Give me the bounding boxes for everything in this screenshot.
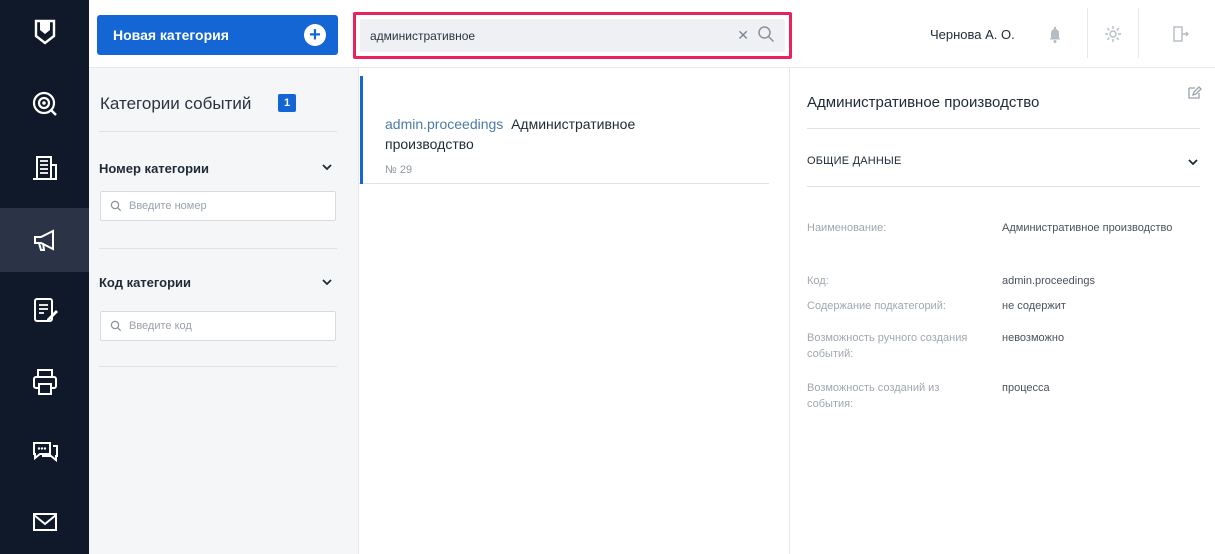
new-category-button[interactable]: Новая категория + — [97, 15, 338, 55]
field-value: процесса — [1002, 382, 1050, 394]
gear-icon[interactable] — [1103, 24, 1123, 44]
search-icon — [110, 320, 122, 332]
number-filter-label[interactable]: Номер категории — [99, 161, 209, 176]
number-filter-field — [100, 191, 336, 221]
code-filter-input[interactable] — [129, 312, 329, 340]
filters-panel: Категории событий 1 Номер категории Код … — [89, 68, 359, 554]
field-value: admin.proceedings — [1002, 275, 1095, 287]
field-label: Наименование: — [807, 222, 887, 234]
divider — [99, 366, 337, 367]
section-general[interactable]: ОБЩИЕ ДАННЫЕ — [807, 155, 902, 167]
count-badge: 1 — [278, 94, 296, 112]
number-filter-input[interactable] — [129, 192, 329, 220]
result-code: admin.proceedings — [385, 116, 504, 132]
clear-icon[interactable]: ✕ — [737, 27, 749, 44]
divider — [1138, 8, 1139, 58]
search-box: ✕ — [353, 12, 792, 59]
radar-icon[interactable] — [0, 72, 89, 136]
divider — [807, 128, 1200, 129]
results-list: admin.proceedings Административное произ… — [359, 68, 790, 554]
bell-icon[interactable] — [1045, 24, 1065, 44]
code-filter-label[interactable]: Код категории — [99, 275, 191, 290]
building-icon[interactable] — [0, 136, 89, 200]
field-label: Содержание подкатегорий: — [807, 300, 946, 312]
logo-shield-icon[interactable] — [0, 0, 89, 64]
logout-icon[interactable] — [1170, 24, 1190, 44]
divider — [99, 248, 337, 249]
plus-icon: + — [304, 24, 326, 46]
field-value: невозможно — [1002, 332, 1065, 344]
chevron-down-icon[interactable] — [321, 161, 333, 173]
edit-icon[interactable] — [1186, 85, 1202, 101]
search-field: ✕ — [360, 19, 785, 52]
filters-title: Категории событий — [100, 94, 252, 113]
search-icon — [110, 200, 122, 212]
printer-icon[interactable] — [0, 350, 89, 414]
search-icon[interactable] — [757, 25, 775, 43]
edit-document-icon[interactable] — [0, 278, 89, 342]
chat-icon[interactable] — [0, 420, 89, 484]
new-category-label: Новая категория — [113, 27, 229, 43]
detail-title: Административное производство — [807, 94, 1040, 111]
megaphone-icon[interactable] — [0, 208, 89, 272]
user-name[interactable]: Чернова А. О. — [930, 27, 1015, 42]
divider — [1087, 8, 1088, 58]
field-label: Возможность созданий из события: — [807, 382, 940, 410]
result-number: № 29 — [385, 164, 413, 176]
mail-icon[interactable] — [0, 490, 89, 554]
list-item[interactable]: admin.proceedings Административное произ… — [359, 76, 769, 184]
search-input[interactable] — [370, 19, 720, 52]
code-filter-field — [100, 311, 336, 341]
field-value: Административное производство — [1002, 222, 1173, 234]
divider — [807, 186, 1200, 187]
selected-indicator — [360, 76, 363, 184]
chevron-down-icon[interactable] — [1187, 156, 1199, 168]
chevron-down-icon[interactable] — [321, 276, 333, 288]
divider — [99, 131, 337, 132]
nav-rail — [0, 0, 89, 554]
result-title: admin.proceedings Административное произ… — [385, 114, 715, 154]
field-value: не содержит — [1002, 300, 1066, 312]
field-label: Возможность ручного создания событий: — [807, 332, 968, 360]
detail-panel: Административное производство ОБЩИЕ ДАНН… — [790, 68, 1215, 554]
field-label: Код: — [807, 275, 829, 287]
